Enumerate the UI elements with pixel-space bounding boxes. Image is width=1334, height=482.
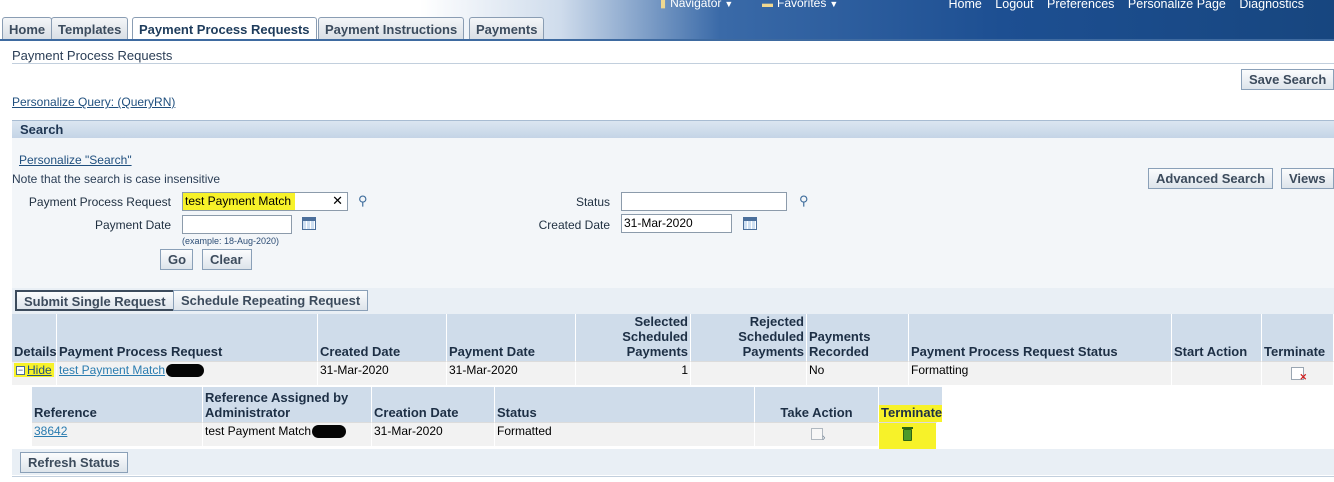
trash-icon[interactable] — [902, 427, 913, 441]
reference-cell: 38642 — [32, 422, 203, 446]
ppr-status-cell: Formatting — [909, 361, 1172, 385]
col-reference-assigned-by-admin: Reference Assigned by Administrator — [203, 387, 372, 422]
navigator-menu[interactable]: ▮ Navigator ▼ — [660, 0, 733, 10]
refresh-bar — [12, 449, 1334, 475]
col-status: Status — [495, 387, 755, 422]
terminate-icon[interactable] — [1291, 367, 1307, 383]
start-action-cell — [1172, 361, 1262, 385]
status-label: Status — [575, 195, 610, 209]
global-link-preferences[interactable]: Preferences — [1047, 0, 1114, 11]
global-link-home[interactable]: Home — [948, 0, 981, 11]
hide-details-toggle[interactable]: − Hide — [14, 363, 54, 377]
collapse-icon[interactable]: − — [16, 366, 25, 376]
favorites-icon: ▬ — [762, 0, 773, 10]
created-date-label: Created Date — [538, 218, 610, 232]
ref-admin-cell: test Payment Match — [203, 422, 372, 446]
reference-link[interactable]: 38642 — [34, 424, 67, 438]
col-start-action: Start Action — [1172, 314, 1262, 361]
tab-payments[interactable]: Payments — [469, 17, 545, 40]
chevron-down-icon: ▼ — [724, 0, 734, 9]
favorites-menu[interactable]: ▬ Favorites ▼ — [762, 0, 838, 10]
save-search-button[interactable]: Save Search — [1241, 69, 1334, 90]
col-payment-date: Payment Date — [447, 314, 576, 361]
tab-home[interactable]: Home — [2, 17, 53, 40]
payment-date-label: Payment Date — [94, 218, 171, 232]
tab-underline — [0, 39, 1334, 41]
payment-date-input[interactable] — [182, 215, 292, 234]
ppr-field-box[interactable]: test Payment Match ✕ — [182, 192, 348, 211]
ppr-label: Payment Process Request — [28, 195, 171, 209]
chevron-down-icon: ▼ — [829, 0, 839, 9]
divider — [12, 476, 1334, 477]
personalize-query-link[interactable]: Personalize Query: (QueryRN) — [12, 95, 175, 109]
tab-templates[interactable]: Templates — [51, 17, 129, 40]
rejected-payments-cell — [691, 361, 807, 385]
take-action-icon[interactable] — [810, 428, 825, 444]
col-details: Details — [12, 314, 57, 361]
page-title: Payment Process Requests — [12, 48, 173, 63]
search-header: Search — [12, 120, 1334, 138]
col-take-action: Take Action — [755, 387, 879, 422]
go-button[interactable]: Go — [160, 249, 193, 270]
created-date-input[interactable]: 31-Mar-2020 — [621, 214, 732, 233]
calendar-icon[interactable] — [302, 217, 316, 230]
col-selected-scheduled-payments: Selected Scheduled Payments — [576, 314, 691, 361]
col-reference: Reference — [32, 387, 203, 422]
terminate-cell — [1262, 361, 1334, 385]
ppr-cell: test Payment Match — [57, 361, 318, 385]
col-creation-date: Creation Date — [372, 387, 495, 422]
redaction-mark — [312, 425, 347, 439]
tab-payment-instructions[interactable]: Payment Instructions — [318, 17, 465, 40]
col-terminate: Terminate — [1262, 314, 1334, 361]
col-payments-recorded: Payments Recorded — [807, 314, 909, 361]
take-action-cell — [755, 422, 879, 446]
global-links: Home Logout Preferences Personalize Page… — [938, 0, 1304, 11]
clear-field-icon[interactable]: ✕ — [332, 193, 343, 209]
personalize-search-link[interactable]: Personalize "Search" — [19, 153, 132, 167]
ppr-search-input[interactable]: test Payment Match — [183, 193, 295, 210]
submit-single-request-button[interactable]: Submit Single Request — [15, 290, 175, 311]
ppr-link[interactable]: test Payment Match — [59, 363, 165, 377]
global-link-diagnostics[interactable]: Diagnostics — [1239, 0, 1304, 11]
col-detail-terminate: Terminate — [879, 387, 943, 422]
global-link-logout[interactable]: Logout — [995, 0, 1033, 11]
created-date-cell: 31-Mar-2020 — [318, 361, 447, 385]
selected-payments-cell: 1 — [576, 361, 691, 385]
payment-date-cell: 31-Mar-2020 — [447, 361, 576, 385]
refresh-status-button[interactable]: Refresh Status — [20, 452, 128, 473]
date-example-hint: (example: 18-Aug-2020) — [182, 236, 280, 246]
col-ppr: Payment Process Request — [57, 314, 318, 361]
views-button[interactable]: Views — [1281, 168, 1334, 189]
divider — [12, 63, 1334, 64]
search-note: Note that the search is case insensitive — [12, 172, 221, 186]
redaction-mark — [166, 364, 205, 378]
schedule-repeating-request-button[interactable]: Schedule Repeating Request — [173, 290, 369, 311]
status-cell: Formatted — [495, 422, 755, 446]
col-ppr-status: Payment Process Request Status — [909, 314, 1172, 361]
table-row: − Hide — [12, 361, 57, 385]
navigator-icon: ▮ — [660, 0, 667, 10]
col-rejected-scheduled-payments: Rejected Scheduled Payments — [691, 314, 807, 361]
payments-recorded-cell: No — [807, 361, 909, 385]
global-link-personalize-page[interactable]: Personalize Page — [1128, 0, 1226, 11]
calendar-icon[interactable] — [743, 217, 757, 230]
search-icon[interactable]: ⚲ — [358, 193, 368, 209]
advanced-search-button[interactable]: Advanced Search — [1148, 168, 1274, 189]
status-input[interactable] — [621, 192, 787, 211]
search-icon[interactable]: ⚲ — [799, 193, 809, 209]
tab-payment-process-requests[interactable]: Payment Process Requests — [132, 17, 317, 40]
creation-date-cell: 31-Mar-2020 — [372, 422, 495, 446]
col-created-date: Created Date — [318, 314, 447, 361]
clear-button[interactable]: Clear — [202, 249, 252, 270]
